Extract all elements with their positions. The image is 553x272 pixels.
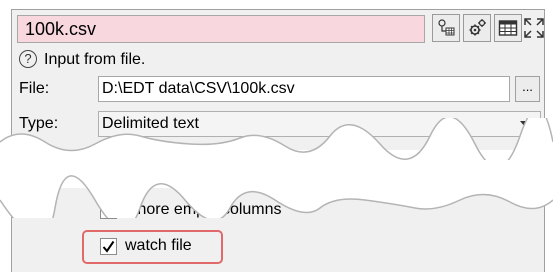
- name-field[interactable]: 100k.csv: [17, 15, 425, 43]
- torn-edge-bottom: [0, 160, 553, 218]
- options-button[interactable]: [463, 14, 491, 42]
- file-path-input[interactable]: D:\EDT data\CSV\100k.csv: [98, 76, 510, 102]
- table-view-button[interactable]: [494, 14, 522, 42]
- table-icon: [498, 20, 518, 36]
- maximize-icon: [524, 18, 544, 38]
- schema-icon: [438, 19, 455, 36]
- maximize-button[interactable]: [520, 14, 548, 42]
- transform-panel: 100k.csv ? Input from file. File: D:\EDT…: [0, 0, 553, 272]
- schema-button[interactable]: [432, 14, 460, 42]
- file-label: File:: [19, 80, 50, 97]
- help-icon[interactable]: ?: [19, 50, 37, 68]
- browse-button[interactable]: ...: [515, 76, 540, 102]
- highlight-box: [82, 230, 223, 264]
- gears-icon: [469, 19, 486, 36]
- help-text: Input from file.: [44, 51, 146, 68]
